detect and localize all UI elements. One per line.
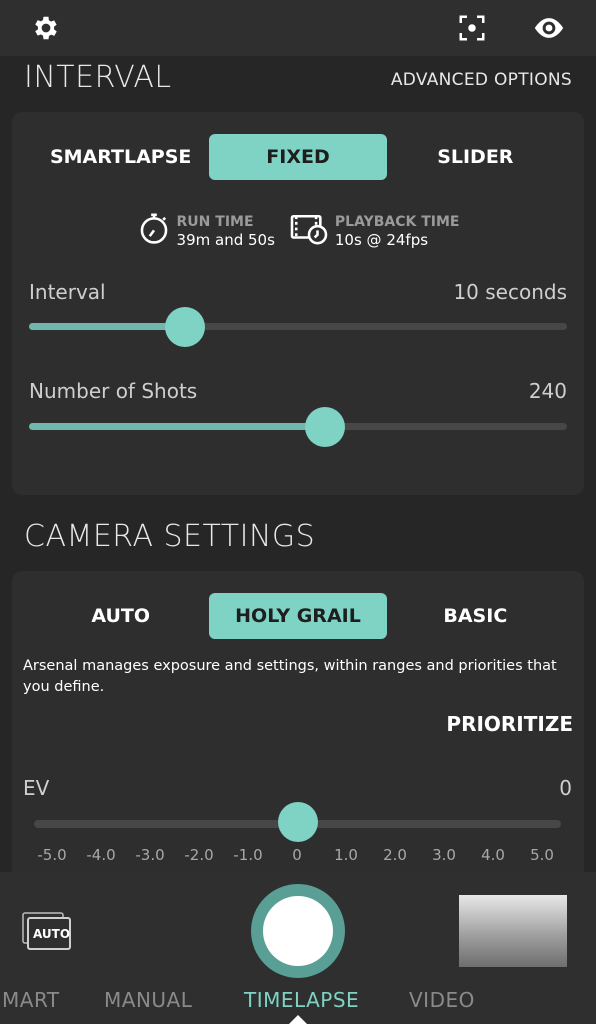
ev-value: 0 — [559, 776, 572, 800]
last-capture-thumbnail[interactable] — [459, 895, 567, 967]
mode-tab-timelapse[interactable]: TIMELAPSE — [244, 988, 359, 1012]
ev-tick-label: -3.0 — [135, 846, 165, 864]
ev-tick-label: 3.0 — [432, 846, 456, 864]
mode-tab-manual[interactable]: MANUAL — [104, 988, 192, 1012]
capture-mode-strip: MART MANUAL TIMELAPSE VIDEO — [0, 988, 596, 1016]
interval-card: SMARTLAPSE FIXED SLIDER RUN TIME 39m and… — [12, 112, 584, 495]
mode-tab-smart[interactable]: MART — [2, 988, 60, 1012]
interval-slider-thumb[interactable] — [165, 307, 206, 347]
auto-badge-label: AUTO — [33, 927, 71, 941]
run-time-value: 39m and 50s — [176, 230, 275, 249]
interval-slider-value: 10 seconds — [453, 280, 567, 304]
mode-smartlapse-button[interactable]: SMARTLAPSE — [32, 134, 209, 180]
shots-slider-label: Number of Shots — [29, 379, 198, 403]
run-time-stat: RUN TIME 39m and 50s — [137, 212, 275, 250]
interval-title: INTERVAL — [24, 60, 172, 95]
interval-slider[interactable] — [29, 307, 567, 347]
ev-tick-label: 4.0 — [481, 846, 505, 864]
shutter-button[interactable] — [251, 884, 345, 978]
playback-time-label: PLAYBACK TIME — [334, 213, 460, 230]
shots-slider-value: 240 — [528, 379, 567, 403]
mode-tab-video[interactable]: VIDEO — [409, 988, 475, 1012]
ev-slider-thumb[interactable] — [278, 802, 318, 842]
ev-tick-label: -1.0 — [233, 846, 263, 864]
prioritize-button[interactable]: PRIORITIZE — [446, 712, 573, 736]
camera-settings-title: CAMERA SETTINGS — [24, 519, 316, 554]
auto-mode-icon[interactable]: AUTO — [22, 912, 72, 952]
camera-mode-selector: AUTO HOLY GRAIL BASIC — [32, 593, 564, 639]
shutter-button-inner — [263, 896, 333, 966]
shots-slider-thumb[interactable] — [304, 407, 345, 447]
camera-settings-card: AUTO HOLY GRAIL BASIC Arsenal manages ex… — [12, 571, 584, 891]
stopwatch-icon — [137, 212, 171, 250]
advanced-options-link[interactable]: ADVANCED OPTIONS — [391, 70, 572, 90]
ev-tick-label: 5.0 — [530, 846, 554, 864]
ev-tick-label: -4.0 — [86, 846, 116, 864]
mode-fixed-button[interactable]: FIXED — [209, 134, 387, 180]
ev-scale: -5.0 -4.0 -3.0 -2.0 -1.0 0 1.0 2.0 3.0 4.0 5.0 — [0, 846, 596, 866]
ev-tick-label: 0 — [292, 846, 302, 864]
mode-basic-button[interactable]: BASIC — [387, 593, 564, 639]
interval-slider-fill — [29, 323, 186, 330]
ev-tick-label: 1.0 — [334, 846, 358, 864]
ev-tick-label: -2.0 — [184, 846, 214, 864]
mode-slider-button[interactable]: SLIDER — [387, 134, 564, 180]
mode-auto-button[interactable]: AUTO — [32, 593, 209, 639]
active-mode-caret — [289, 1015, 307, 1024]
mode-holy-grail-button[interactable]: HOLY GRAIL — [209, 593, 387, 639]
gear-icon[interactable] — [26, 8, 66, 48]
top-bar — [0, 0, 596, 56]
ev-label: EV — [23, 776, 50, 800]
run-time-label: RUN TIME — [176, 213, 254, 230]
shots-slider[interactable] — [29, 407, 567, 447]
interval-slider-label: Interval — [29, 280, 106, 304]
interval-mode-selector: SMARTLAPSE FIXED SLIDER — [32, 134, 564, 180]
holy-grail-description: Arsenal manages exposure and settings, w… — [23, 658, 557, 695]
time-stats: RUN TIME 39m and 50s PLAYBACK TIME 10s @… — [12, 212, 584, 250]
shots-slider-fill — [29, 423, 325, 430]
playback-time-value: 10s @ 24fps — [334, 230, 429, 249]
film-clock-icon — [289, 212, 329, 250]
eye-icon[interactable] — [529, 8, 569, 48]
ev-tick-label: 2.0 — [383, 846, 407, 864]
focus-frame-icon[interactable] — [452, 8, 492, 48]
playback-time-stat: PLAYBACK TIME 10s @ 24fps — [289, 212, 460, 250]
ev-tick-label: -5.0 — [37, 846, 67, 864]
